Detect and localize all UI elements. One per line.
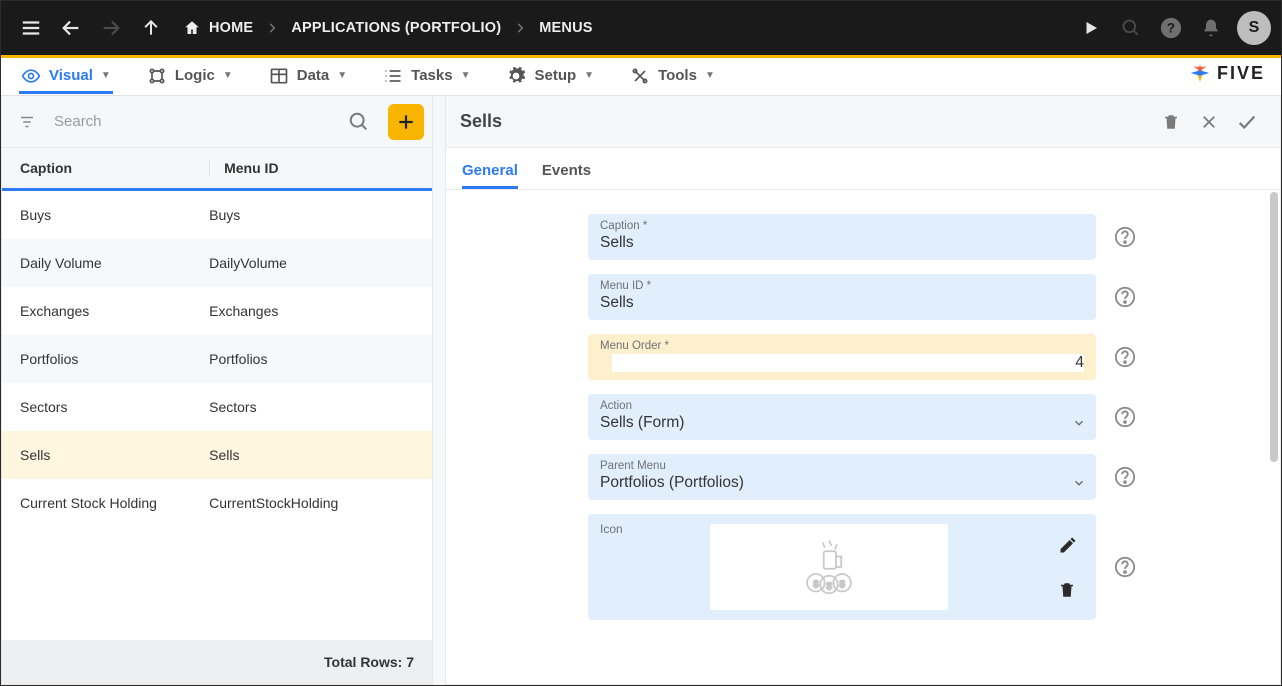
run-icon[interactable] xyxy=(1071,8,1111,48)
tasks-icon xyxy=(383,66,403,86)
svg-text:$: $ xyxy=(839,579,845,590)
caption-field[interactable]: Caption * Sells xyxy=(588,214,1096,260)
column-menu-id[interactable]: Menu ID xyxy=(209,160,414,176)
table-row[interactable]: BuysBuys xyxy=(2,191,432,239)
icon-field: Icon $ $ $ xyxy=(588,514,1096,620)
cell-caption: Daily Volume xyxy=(20,255,209,271)
help-icon[interactable] xyxy=(1112,344,1138,370)
cell-menu-id: DailyVolume xyxy=(209,255,414,271)
menu-id-field[interactable]: Menu ID * Sells xyxy=(588,274,1096,320)
svg-text:?: ? xyxy=(1167,21,1175,36)
tab-events[interactable]: Events xyxy=(542,162,591,189)
close-button[interactable] xyxy=(1190,103,1228,141)
help-top-icon[interactable]: ? xyxy=(1151,8,1191,48)
tools-icon xyxy=(630,66,650,86)
icon-preview: $ $ $ xyxy=(710,524,948,610)
table-header: Caption Menu ID xyxy=(2,148,432,191)
cell-menu-id: Sells xyxy=(209,447,414,463)
table-row[interactable]: Daily VolumeDailyVolume xyxy=(2,239,432,287)
cell-menu-id: Exchanges xyxy=(209,303,414,319)
cell-menu-id: CurrentStockHolding xyxy=(209,495,414,511)
add-button[interactable] xyxy=(388,104,424,140)
bell-icon[interactable] xyxy=(1191,8,1231,48)
help-icon[interactable] xyxy=(1112,224,1138,250)
search-top-icon[interactable] xyxy=(1111,8,1151,48)
table-row[interactable]: Current Stock HoldingCurrentStockHolding xyxy=(2,479,432,527)
logic-icon xyxy=(147,66,167,86)
avatar[interactable]: S xyxy=(1237,11,1271,45)
help-icon[interactable] xyxy=(1112,554,1138,580)
search-icon[interactable] xyxy=(342,105,376,139)
delete-icon-button[interactable] xyxy=(1058,581,1078,599)
cell-menu-id: Sectors xyxy=(209,399,414,415)
cell-caption: Sectors xyxy=(20,399,209,415)
breadcrumb-applications[interactable]: APPLICATIONS (PORTFOLIO) xyxy=(285,20,507,36)
forward-icon xyxy=(91,8,131,48)
tab-tools[interactable]: Tools▼ xyxy=(628,60,717,94)
ribbon-tabs: Visual▼ Logic▼ Data▼ Tasks▼ Setup▼ Tools… xyxy=(1,58,1281,96)
hamburger-icon[interactable] xyxy=(11,8,51,48)
cell-caption: Exchanges xyxy=(20,303,209,319)
cell-caption: Current Stock Holding xyxy=(20,495,209,511)
column-caption[interactable]: Caption xyxy=(20,160,209,176)
parent-menu-select[interactable]: Parent Menu Portfolios (Portfolios) xyxy=(588,454,1096,500)
table-row[interactable]: SectorsSectors xyxy=(2,383,432,431)
topbar: HOME APPLICATIONS (PORTFOLIO) MENUS ? S xyxy=(1,1,1281,55)
breadcrumb: HOME APPLICATIONS (PORTFOLIO) MENUS xyxy=(177,19,599,37)
edit-icon-button[interactable] xyxy=(1058,535,1078,555)
page-title: Sells xyxy=(460,111,502,132)
up-icon[interactable] xyxy=(131,8,171,48)
brand-icon xyxy=(1189,62,1211,84)
svg-text:$: $ xyxy=(826,581,832,592)
table-footer: Total Rows: 7 xyxy=(2,640,432,684)
filter-icon[interactable] xyxy=(10,105,44,139)
gear-icon xyxy=(506,66,526,86)
table-row[interactable]: PortfoliosPortfolios xyxy=(2,335,432,383)
right-panel: Sells General Events xyxy=(445,96,1281,685)
help-icon[interactable] xyxy=(1112,284,1138,310)
search-input[interactable] xyxy=(50,105,336,138)
save-button[interactable] xyxy=(1228,103,1266,141)
table-row[interactable]: SellsSells xyxy=(2,431,432,479)
chevron-right-icon xyxy=(513,21,527,35)
left-panel: Caption Menu ID BuysBuysDaily VolumeDail… xyxy=(1,96,433,685)
breadcrumb-menus[interactable]: MENUS xyxy=(533,20,598,36)
help-icon[interactable] xyxy=(1112,404,1138,430)
cell-caption: Buys xyxy=(20,207,209,223)
tab-general[interactable]: General xyxy=(462,162,518,189)
tab-logic[interactable]: Logic▼ xyxy=(145,60,235,94)
back-icon[interactable] xyxy=(51,8,91,48)
tab-visual[interactable]: Visual▼ xyxy=(19,60,113,94)
breadcrumb-home[interactable]: HOME xyxy=(177,19,259,37)
cell-caption: Portfolios xyxy=(20,351,209,367)
tab-tasks[interactable]: Tasks▼ xyxy=(381,60,472,94)
eye-icon xyxy=(21,66,41,86)
table-row[interactable]: ExchangesExchanges xyxy=(2,287,432,335)
cell-caption: Sells xyxy=(20,447,209,463)
cell-menu-id: Buys xyxy=(209,207,414,223)
delete-button[interactable] xyxy=(1152,103,1190,141)
brand-logo: FIVE xyxy=(1189,62,1265,84)
tab-data[interactable]: Data▼ xyxy=(267,60,349,94)
form-tabs: General Events xyxy=(445,148,1281,190)
home-icon xyxy=(183,19,201,37)
svg-text:$: $ xyxy=(813,579,819,590)
action-select[interactable]: Action Sells (Form) xyxy=(588,394,1096,440)
scrollbar[interactable] xyxy=(1270,192,1278,462)
chevron-right-icon xyxy=(265,21,279,35)
table-icon xyxy=(269,66,289,86)
menu-order-field[interactable]: Menu Order * 4 xyxy=(588,334,1096,380)
help-icon[interactable] xyxy=(1112,464,1138,490)
tab-setup[interactable]: Setup▼ xyxy=(504,60,596,94)
cell-menu-id: Portfolios xyxy=(209,351,414,367)
